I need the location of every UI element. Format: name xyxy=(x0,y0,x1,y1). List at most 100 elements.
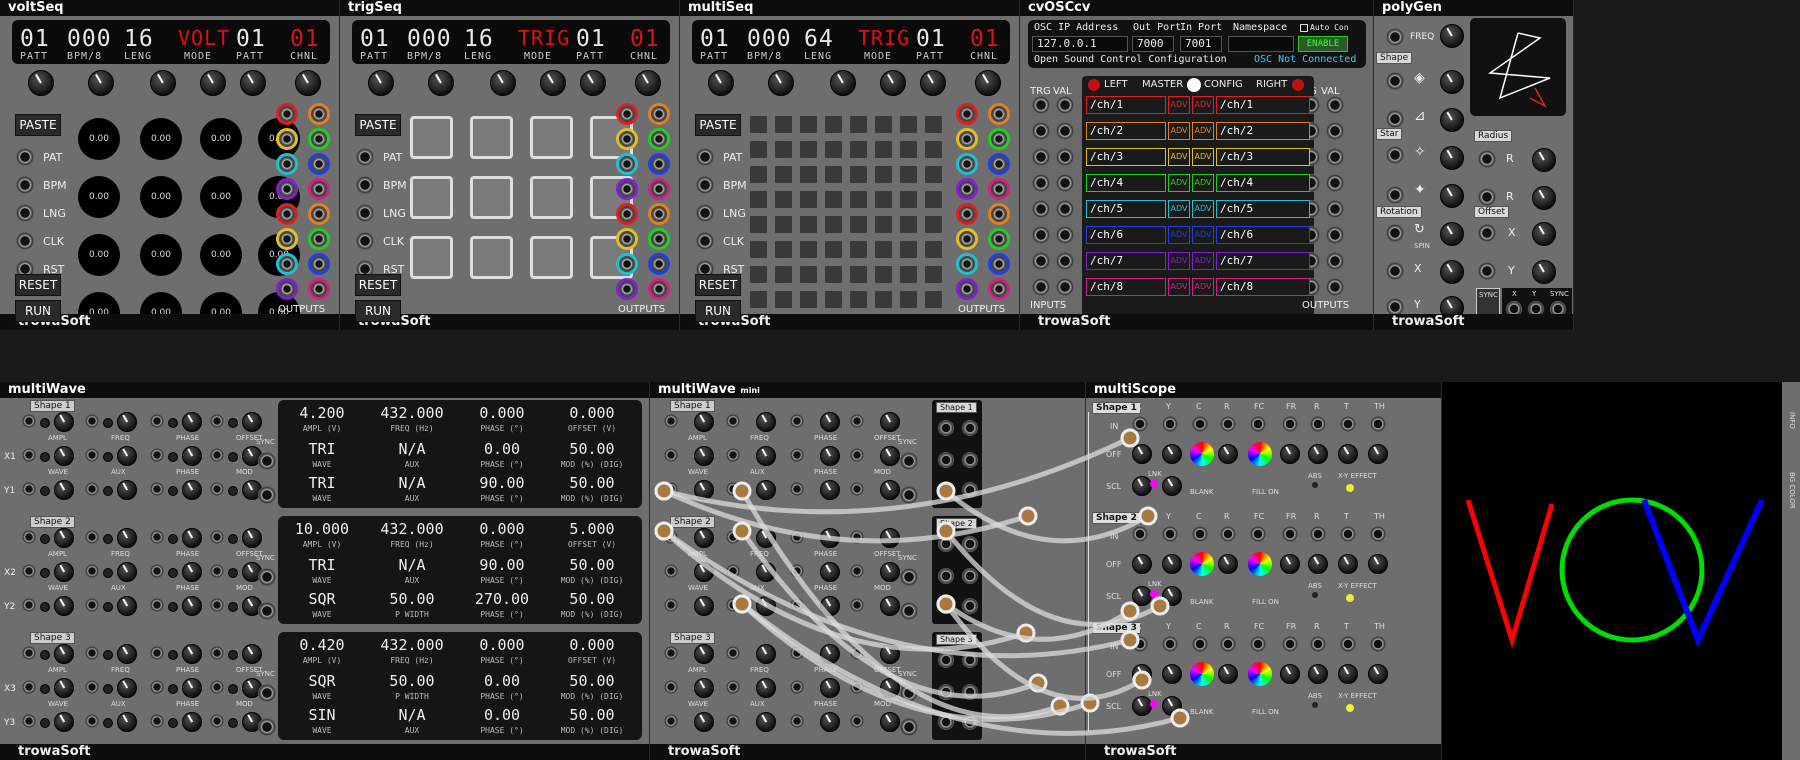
scope-knob[interactable] xyxy=(1218,444,1238,464)
output-jack[interactable] xyxy=(900,452,918,470)
step-cell[interactable] xyxy=(825,191,842,208)
cv-input-jack[interactable] xyxy=(150,680,164,694)
cv-input-jack[interactable] xyxy=(726,598,740,612)
cv-input-jack[interactable] xyxy=(210,530,224,544)
step-cell[interactable] xyxy=(800,116,817,133)
output-jack[interactable] xyxy=(648,153,670,175)
attenuator-knob[interactable] xyxy=(40,568,50,578)
param-knob[interactable] xyxy=(820,528,840,548)
step-cell[interactable] xyxy=(875,166,892,183)
val-output-jack[interactable] xyxy=(1326,200,1344,218)
step-cell[interactable] xyxy=(850,291,867,308)
step-cell[interactable] xyxy=(825,216,842,233)
scope-input-jack[interactable] xyxy=(1220,526,1236,542)
step-cell[interactable] xyxy=(900,166,917,183)
receive-address-field[interactable]: /ch/4 xyxy=(1216,174,1310,192)
scope-input-jack[interactable] xyxy=(1250,526,1266,542)
adv-button[interactable]: ADV xyxy=(1168,96,1190,114)
val-input-jack[interactable] xyxy=(1056,200,1074,218)
step-cell[interactable] xyxy=(800,266,817,283)
param-knob[interactable] xyxy=(694,412,714,432)
bpm-input-jack[interactable] xyxy=(696,176,714,194)
step-cell[interactable] xyxy=(900,141,917,158)
edit-pattern-knob[interactable] xyxy=(920,70,946,96)
edit-pattern-knob[interactable] xyxy=(580,70,606,96)
val-input-jack[interactable] xyxy=(1056,122,1074,140)
offset-y-knob[interactable] xyxy=(1162,554,1182,574)
attenuator-knob[interactable] xyxy=(40,602,50,612)
scope-knob[interactable] xyxy=(1368,664,1388,684)
cv-input-jack[interactable] xyxy=(22,448,36,462)
attenuator-knob[interactable] xyxy=(40,650,50,660)
in-port-input[interactable]: 7001 xyxy=(1180,36,1222,52)
step-cell[interactable] xyxy=(775,116,792,133)
cv-input-jack[interactable] xyxy=(210,714,224,728)
param-knob[interactable] xyxy=(694,446,714,466)
param-knob[interactable] xyxy=(756,678,776,698)
run-button[interactable]: RUN xyxy=(355,300,401,322)
scope-input-jack[interactable] xyxy=(1132,416,1148,432)
step-cell[interactable] xyxy=(900,191,917,208)
cv-input-jack[interactable] xyxy=(210,680,224,694)
send-address-field[interactable]: /ch/3 xyxy=(1086,148,1166,166)
cv-input-jack[interactable] xyxy=(664,680,678,694)
step-cell[interactable] xyxy=(925,141,942,158)
scope-knob[interactable] xyxy=(1218,554,1238,574)
bpm-input-jack[interactable] xyxy=(16,176,34,194)
link-led[interactable] xyxy=(1150,480,1158,488)
attenuator-knob[interactable] xyxy=(168,718,178,728)
io-jack[interactable] xyxy=(938,482,954,498)
io-jack[interactable] xyxy=(938,452,954,468)
star2-input-jack[interactable] xyxy=(1386,186,1404,204)
trg-input-jack[interactable] xyxy=(1032,96,1050,114)
step-cell[interactable] xyxy=(850,266,867,283)
output-jack[interactable] xyxy=(648,203,670,225)
paste-button[interactable]: PASTE xyxy=(15,114,61,136)
output-jack[interactable] xyxy=(276,128,298,150)
output-jack[interactable] xyxy=(988,228,1010,250)
cv-input-jack[interactable] xyxy=(850,646,864,660)
step-cell[interactable] xyxy=(925,166,942,183)
attenuator-knob[interactable] xyxy=(228,684,238,694)
offset-y-knob[interactable] xyxy=(1162,664,1182,684)
attenuator-knob[interactable] xyxy=(40,684,50,694)
step-knob-11[interactable]: 0.00 xyxy=(200,234,242,276)
adv-button[interactable]: ADV xyxy=(1192,174,1214,192)
adv-button[interactable]: ADV xyxy=(1168,148,1190,166)
bpm-input-jack[interactable] xyxy=(356,176,374,194)
cv-input-jack[interactable] xyxy=(85,530,99,544)
step-cell[interactable] xyxy=(900,116,917,133)
pat-input-jack[interactable] xyxy=(696,148,714,166)
attenuator-knob[interactable] xyxy=(103,684,113,694)
step-cell[interactable] xyxy=(800,166,817,183)
output-jack[interactable] xyxy=(956,178,978,200)
cv-input-jack[interactable] xyxy=(210,564,224,578)
io-jack[interactable] xyxy=(938,598,954,614)
param-knob[interactable] xyxy=(756,596,776,616)
param-knob[interactable] xyxy=(694,528,714,548)
cv-input-jack[interactable] xyxy=(85,414,99,428)
cv-input-jack[interactable] xyxy=(150,414,164,428)
pattern-knob[interactable] xyxy=(368,70,394,96)
x-offset-knob[interactable] xyxy=(1532,222,1556,246)
attenuator-knob[interactable] xyxy=(168,452,178,462)
output-jack[interactable] xyxy=(276,228,298,250)
cv-input-jack[interactable] xyxy=(85,680,99,694)
val-output-jack[interactable] xyxy=(1326,252,1344,270)
step-cell[interactable] xyxy=(875,141,892,158)
scope-knob[interactable] xyxy=(1338,444,1358,464)
trg-input-jack[interactable] xyxy=(1032,226,1050,244)
param-knob[interactable] xyxy=(182,596,202,616)
step-cell[interactable] xyxy=(800,216,817,233)
cv-input-jack[interactable] xyxy=(210,646,224,660)
receive-address-field[interactable]: /ch/2 xyxy=(1216,122,1310,140)
run-button[interactable]: RUN xyxy=(15,300,61,322)
param-knob[interactable] xyxy=(54,644,74,664)
attenuator-knob[interactable] xyxy=(168,568,178,578)
step-cell[interactable] xyxy=(925,216,942,233)
cv-input-jack[interactable] xyxy=(150,530,164,544)
param-knob[interactable] xyxy=(756,446,776,466)
cv-input-jack[interactable] xyxy=(22,564,36,578)
output-jack[interactable] xyxy=(308,128,330,150)
scope-input-jack[interactable] xyxy=(1340,416,1356,432)
